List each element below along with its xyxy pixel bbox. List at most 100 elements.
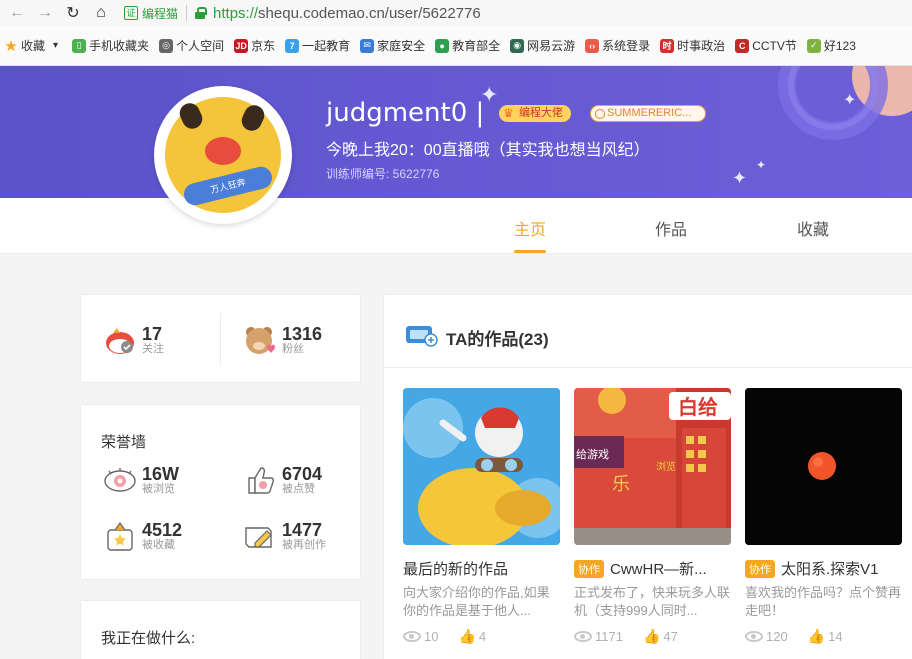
- level-badge[interactable]: 编程大佬: [499, 105, 571, 122]
- bookmark-label: 教育部全: [452, 39, 501, 53]
- hao123-icon: ✓: [806, 38, 821, 53]
- following-count: 17: [142, 323, 163, 344]
- views-count: 120: [766, 629, 788, 644]
- following-icon: [103, 323, 137, 357]
- collects-label: 被收藏: [142, 538, 175, 551]
- likes-count: 47: [663, 629, 678, 644]
- collab-badge: 协作: [574, 559, 604, 578]
- bookmark-label: 好123: [823, 39, 856, 53]
- bookmark-label: 个人空间: [176, 39, 225, 53]
- fans-icon: [243, 323, 277, 357]
- work-title-row[interactable]: 协作 CwwHR—新...: [574, 558, 731, 579]
- trainer-id: 训练师编号: 5622776: [326, 167, 440, 181]
- following-stat[interactable]: 17 关注: [103, 323, 164, 357]
- tab-home[interactable]: 主页: [514, 216, 546, 240]
- bookmark-item[interactable]: ✉ 家庭安全: [360, 37, 425, 54]
- work-title-row[interactable]: 最后的新的作品: [403, 558, 560, 579]
- honor-wall-title: 荣誉墙: [101, 434, 147, 451]
- likes-meta[interactable]: 👍 4: [458, 628, 486, 645]
- work-card[interactable]: 协作 太阳系.探索V1 喜欢我的作品吗？点个赞再走吧！ 120 👍 14: [745, 388, 902, 645]
- bookmarks-bar: ★ 收藏 ▾ ▯ 手机收藏夹 ◎ 个人空间 JD 京东 7 一起教育 ✉ 家庭安全 ● 教育部全 ◉ 网易云游 ‹…: [0, 26, 912, 66]
- honor-wall-card: 荣誉墙 16W 被浏览 6704 被点赞 4512 被收藏 1477 被再创作: [80, 404, 361, 580]
- views-stat: 16W 被浏览: [103, 463, 179, 497]
- netease-icon: ◉: [510, 38, 525, 53]
- tab-collections[interactable]: 收藏: [797, 216, 829, 240]
- work-thumbnail[interactable]: 白给 给游戏 乐 浏览: [574, 388, 731, 545]
- works-divider: [383, 367, 912, 368]
- remix-icon: [243, 519, 277, 553]
- likes-meta[interactable]: 👍 14: [808, 628, 843, 645]
- collect-box-icon: [103, 519, 137, 553]
- work-meta: 1171 👍 47: [574, 628, 731, 645]
- bookmark-label: 时事政治: [677, 39, 726, 53]
- work-card[interactable]: 最后的新的作品 向大家介绍你的作品,如果你的作品是基于他人... 10 👍 4: [403, 388, 560, 645]
- certificate-badge[interactable]: 证 编程猫: [124, 5, 188, 21]
- group-badge[interactable]: SUMMERERIC...: [590, 105, 706, 122]
- code-icon: ‹›: [585, 38, 600, 53]
- bookmark-item[interactable]: ● 教育部全: [435, 37, 500, 54]
- url-field[interactable]: 证 编程猫 https://shequ.codemao.cn/user/5622…: [124, 2, 481, 24]
- bookmark-label: 手机收藏夹: [89, 39, 150, 53]
- bookmark-item[interactable]: ★ 收藏 ▾: [4, 37, 62, 55]
- bookmark-item[interactable]: ✓ 好123: [806, 37, 856, 54]
- status-title: 我正在做什么:: [101, 630, 196, 647]
- bookmark-label: 京东: [251, 39, 276, 53]
- remix-count: 1477: [282, 519, 323, 540]
- works-icon: [404, 322, 438, 353]
- lock-icon: [195, 7, 208, 19]
- bookmark-item[interactable]: ▯ 手机收藏夹: [72, 37, 149, 54]
- eye-icon: [745, 631, 763, 642]
- bookmark-item[interactable]: 时时事政治: [660, 37, 725, 54]
- work-thumbnail[interactable]: [745, 388, 902, 545]
- chevron-down-icon[interactable]: ▾: [53, 40, 58, 51]
- work-title: 最后的新的作品: [403, 561, 509, 578]
- globe-icon: ◎: [159, 38, 174, 53]
- avatar[interactable]: 万人狂奔: [154, 86, 292, 224]
- forward-icon[interactable]: →: [34, 2, 56, 24]
- thumb-text-top: 白给: [678, 395, 718, 419]
- back-icon[interactable]: ←: [6, 2, 28, 24]
- thumb-text-mid: 乐: [612, 474, 630, 495]
- bookmark-item[interactable]: JD 京东: [234, 37, 275, 54]
- work-title-row[interactable]: 协作 太阳系.探索V1: [745, 558, 902, 579]
- collects-count: 4512: [142, 519, 183, 540]
- stat-divider: [220, 313, 221, 365]
- eye-icon: [574, 631, 592, 642]
- bookmark-item[interactable]: 7 一起教育: [285, 37, 350, 54]
- views-count: 10: [424, 629, 439, 644]
- sparkle-icon: ✦: [732, 168, 748, 188]
- likes-count: 14: [828, 629, 843, 644]
- bookmark-label: 系统登录: [602, 39, 651, 53]
- active-tab-indicator: [514, 250, 546, 253]
- tab-works[interactable]: 作品: [655, 216, 687, 240]
- work-card[interactable]: 白给 给游戏 乐 浏览 协作 CwwHR—新... 正式发布了，快来玩多人联机（…: [574, 388, 731, 645]
- likes-label: 被点赞: [282, 482, 315, 495]
- bookmark-item[interactable]: ‹› 系统登录: [585, 37, 650, 54]
- mail-icon: ✉: [360, 38, 375, 53]
- bookmark-label: 收藏: [21, 39, 46, 53]
- bookmark-item[interactable]: ◉ 网易云游: [510, 37, 575, 54]
- views-count: 16W: [142, 463, 180, 484]
- home-icon[interactable]: ⌂: [90, 2, 112, 24]
- reload-icon[interactable]: ↻: [62, 2, 84, 24]
- fans-stat[interactable]: 1316 粉丝: [243, 323, 322, 357]
- bookmark-item[interactable]: C CCTV节: [735, 37, 797, 54]
- thumb-up-icon: 👍: [458, 628, 476, 644]
- url-text[interactable]: https://shequ.codemao.cn/user/5622776: [213, 5, 481, 22]
- edu-icon: ●: [435, 38, 450, 53]
- eye-icon: [403, 631, 421, 642]
- views-meta: 10: [403, 629, 438, 644]
- views-label: 被浏览: [142, 482, 175, 495]
- likes-meta[interactable]: 👍 47: [643, 628, 678, 645]
- yiqi-icon: 7: [285, 38, 300, 53]
- collab-badge: 协作: [745, 559, 775, 578]
- likes-count: 6704: [282, 463, 323, 484]
- username: judgment0 |: [326, 98, 485, 128]
- profile-tabbar: 主页 作品 收藏: [0, 198, 912, 254]
- work-thumbnail[interactable]: [403, 388, 560, 545]
- works-header: TA的作品(23): [404, 322, 549, 353]
- news-icon: 时: [660, 38, 675, 53]
- thumb-up-icon: 👍: [807, 628, 826, 644]
- bookmark-item[interactable]: ◎ 个人空间: [159, 37, 224, 54]
- sparkle-icon: ✦: [756, 158, 767, 172]
